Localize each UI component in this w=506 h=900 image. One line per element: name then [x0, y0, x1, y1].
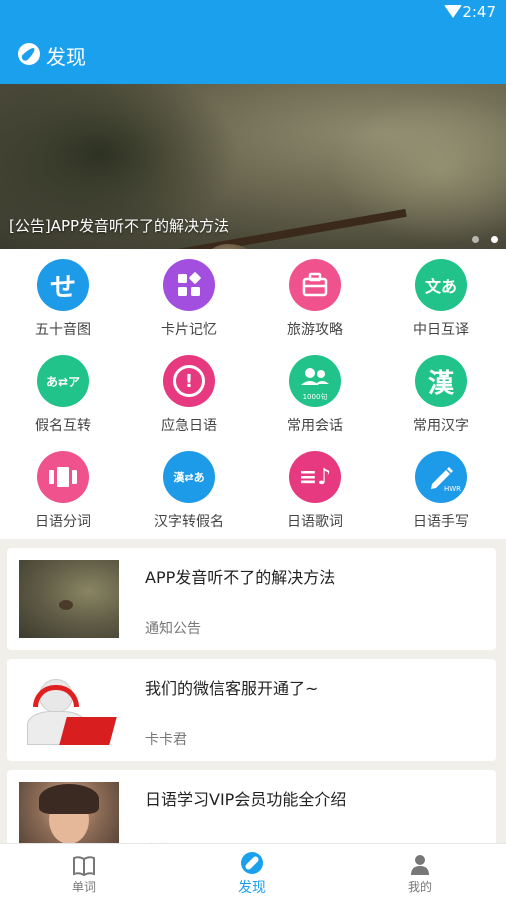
page-title: 发现	[46, 45, 86, 69]
nav-words[interactable]: 单词	[0, 844, 168, 900]
woman-hair	[39, 784, 99, 814]
article-title: 我们的微信客服开通了~	[145, 679, 319, 698]
kana-convert-icon: あ⇄ア	[37, 355, 89, 407]
tool-grid: せ 五十音图 卡片记忆 旅游攻略 文あ 中日互译 あ⇄ア 假名互转 ! 应急日语…	[0, 249, 506, 539]
bottom-nav: 单词 发现 我的	[0, 843, 506, 900]
icon-glyph: せ	[49, 272, 76, 303]
thumb-bird	[59, 600, 73, 610]
icon-glyph: 文あ	[424, 277, 457, 296]
tool-flashcards[interactable]: 卡片记忆	[126, 259, 252, 339]
laptop	[59, 717, 117, 745]
tool-label: 日语手写	[413, 514, 469, 530]
tool-lyrics[interactable]: ≡♪ 日语歌词	[252, 451, 378, 531]
bird-photo	[19, 560, 119, 638]
cards-grid-svg	[178, 272, 201, 296]
tool-kana-convert[interactable]: あ⇄ア 假名互转	[0, 355, 126, 435]
music-icon: ≡♪	[289, 451, 341, 503]
suitcase-icon	[289, 259, 341, 311]
suitcase-svg	[302, 272, 328, 297]
nav-label: 单词	[71, 880, 96, 894]
pager-dot[interactable]	[472, 236, 479, 243]
nav-discover[interactable]: 发现	[168, 844, 336, 900]
nav-label: 我的	[407, 880, 432, 894]
tool-label: 卡片记忆	[161, 322, 217, 338]
app-bar: 发现	[0, 24, 506, 84]
tool-label: 假名互转	[35, 418, 91, 434]
tool-label: 日语歌词	[287, 514, 343, 530]
tool-emergency[interactable]: ! 应急日语	[126, 355, 252, 435]
wifi-icon	[444, 5, 462, 18]
kanji-to-kana-icon: 漢⇄あ	[163, 451, 215, 503]
status-bar: 2:47	[0, 0, 506, 24]
pencil-subtext: HWR	[443, 485, 461, 493]
tool-label: 汉字转假名	[154, 514, 224, 530]
pager-dot-active[interactable]	[491, 236, 498, 243]
nav-me[interactable]: 我的	[336, 844, 504, 900]
tool-label: 五十音图	[35, 322, 91, 338]
tool-label: 常用汉字	[413, 418, 469, 434]
compass-needle	[244, 855, 260, 871]
people-subtext: 1000句	[302, 393, 328, 401]
book-icon	[73, 856, 95, 876]
word-split-svg	[49, 467, 77, 487]
icon-glyph: あ⇄ア	[45, 374, 81, 389]
alert-ring: !	[173, 365, 205, 397]
customer-service-photo	[19, 671, 119, 749]
tool-word-split[interactable]: 日语分词	[0, 451, 126, 531]
status-time: 2:47	[462, 3, 496, 21]
tool-label: 常用会话	[287, 418, 343, 434]
tool-label: 日语分词	[35, 514, 91, 530]
pencil-icon: HWR	[415, 451, 467, 503]
icon-glyph: 漢	[427, 368, 454, 399]
hiragana-se-icon: せ	[37, 259, 89, 311]
alert-icon: !	[163, 355, 215, 407]
woman-photo	[19, 782, 119, 850]
icon-glyph: 漢⇄あ	[173, 471, 205, 484]
banner-caption: [公告]APP发音听不了的解决方法	[9, 217, 230, 235]
article-title: 日语学习VIP会员功能全介绍	[145, 790, 347, 809]
tool-kanji[interactable]: 漢 常用汉字	[378, 355, 504, 435]
icon-glyph: !	[184, 370, 194, 392]
article-source: 通知公告	[145, 621, 201, 637]
article-card[interactable]: 我们的微信客服开通了~ 卡卡君	[7, 659, 496, 761]
tool-translate[interactable]: 文あ 中日互译	[378, 259, 504, 339]
tool-travel[interactable]: 旅游攻略	[252, 259, 378, 339]
tool-kanji-to-kana[interactable]: 漢⇄あ 汉字转假名	[126, 451, 252, 531]
icon-glyph: ≡♪	[298, 464, 332, 490]
article-title: APP发音听不了的解决方法	[145, 568, 336, 587]
cards-grid-icon	[163, 259, 215, 311]
compass-icon	[18, 43, 40, 65]
announcement-banner[interactable]: [公告]APP发音听不了的解决方法	[0, 84, 506, 249]
people-icon: 1000句	[289, 355, 341, 407]
compass-icon	[241, 852, 263, 874]
tool-gojuon[interactable]: せ 五十音图	[0, 259, 126, 339]
article-source: 卡卡君	[145, 732, 187, 748]
tool-label: 应急日语	[161, 418, 217, 434]
person-icon	[411, 855, 429, 875]
banner-pager	[472, 236, 498, 243]
tool-handwriting[interactable]: HWR 日语手写	[378, 451, 504, 531]
article-card[interactable]: 日语学习VIP会员功能全介绍 卡卡君	[7, 770, 496, 850]
tool-label: 中日互译	[413, 322, 469, 338]
word-split-icon	[37, 451, 89, 503]
article-card[interactable]: APP发音听不了的解决方法 通知公告	[7, 548, 496, 650]
nav-label: 发现	[238, 880, 266, 896]
tool-label: 旅游攻略	[287, 322, 343, 338]
tool-conversation[interactable]: 1000句 常用会话	[252, 355, 378, 435]
kanji-icon: 漢	[415, 355, 467, 407]
translate-icon: 文あ	[415, 259, 467, 311]
